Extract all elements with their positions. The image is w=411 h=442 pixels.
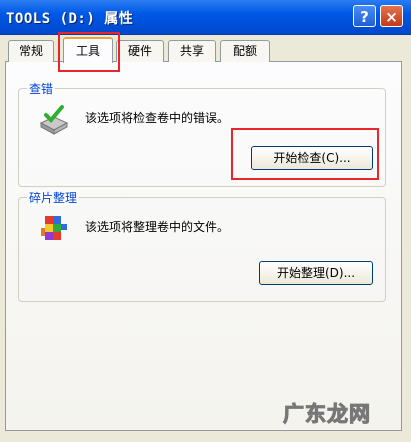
tools-panel: 查错 该选项将检查卷中的错误。 开始检查(C)... 碎片整理 该选项将整理卷中… (5, 61, 402, 431)
window-title: TOOLS (D:) 属性 (6, 11, 134, 27)
start-defrag-button[interactable]: 开始整理(D)... (259, 261, 373, 285)
disk-check-icon (39, 105, 69, 135)
error-check-title: 查错 (27, 80, 56, 97)
watermark-text: 广东龙网 (283, 401, 371, 427)
close-button[interactable]: × (380, 5, 403, 27)
tab-quota[interactable]: 配额 (220, 40, 270, 62)
tab-hardware[interactable]: 硬件 (116, 40, 164, 62)
defrag-group: 碎片整理 该选项将整理卷中的文件。 开始整理(D)... (18, 189, 386, 302)
defrag-icon (41, 216, 67, 240)
defrag-title: 碎片整理 (27, 189, 80, 206)
help-button[interactable]: ? (353, 5, 376, 27)
defrag-description: 该选项将整理卷中的文件。 (85, 220, 230, 234)
tab-sharing[interactable]: 共享 (168, 40, 216, 62)
check-button-highlight (231, 128, 379, 180)
title-bar[interactable]: TOOLS (D:) 属性 ? × (0, 0, 411, 35)
tab-tools[interactable]: 工具 (63, 37, 113, 63)
tab-general[interactable]: 常规 (8, 40, 54, 62)
error-check-description: 该选项将检查卷中的错误。 (85, 111, 230, 125)
